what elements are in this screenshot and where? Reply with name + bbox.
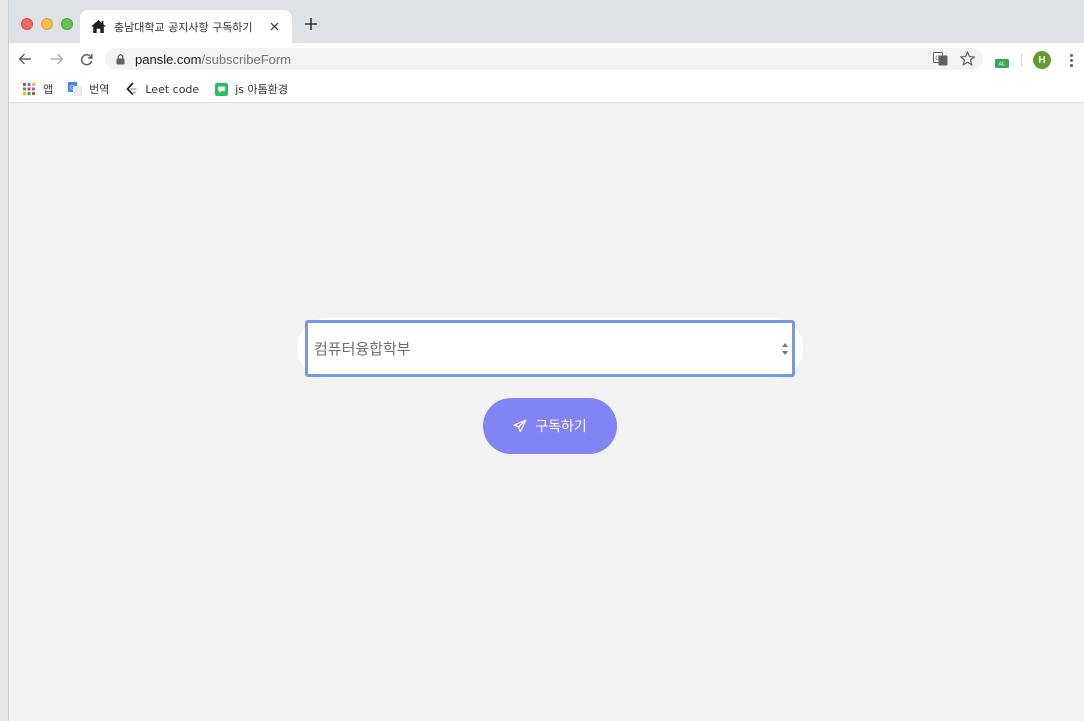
bookmark-star-icon[interactable]: [959, 50, 976, 71]
bookmark-label: js 아톰환경: [235, 83, 288, 96]
active-tab[interactable]: 충남대학교 공지사항 구독하기: [80, 10, 292, 43]
leetcode-icon: [124, 82, 138, 96]
svg-text:G: G: [70, 85, 75, 92]
browser-window: 충남대학교 공지사항 구독하기 pansle.com/subscribeForm: [8, 0, 1084, 721]
toolbar-separator: [1021, 53, 1022, 67]
url-host: pansle.com: [135, 51, 202, 67]
minimize-window-button[interactable]: [41, 18, 53, 30]
close-tab-icon[interactable]: [266, 18, 282, 34]
forward-arrow-icon: [51, 53, 64, 65]
lock-icon: [115, 53, 125, 65]
forward-button[interactable]: [47, 49, 67, 69]
extension-badge[interactable]: AC: [995, 55, 1009, 73]
maximize-window-button[interactable]: [61, 18, 73, 30]
profile-avatar[interactable]: H: [1033, 51, 1051, 69]
home-icon: [90, 19, 106, 35]
browser-menu-icon[interactable]: [1065, 51, 1077, 69]
department-select[interactable]: 컴퓨터융합학부: [305, 320, 795, 377]
tab-strip: 충남대학교 공지사항 구독하기: [9, 0, 1084, 43]
bookmarks-bar: 앱 G 번역 Leet code js 아톰환경: [9, 76, 1084, 103]
close-window-button[interactable]: [21, 18, 33, 30]
svg-text:G: G: [935, 55, 940, 62]
address-bar-actions: G: [933, 50, 976, 71]
apps-grid-icon: [22, 82, 36, 96]
select-arrows-icon: [781, 342, 789, 356]
subscribe-button[interactable]: 구독하기: [483, 398, 617, 454]
back-arrow-icon: [18, 53, 31, 65]
bookmark-label: Leet code: [145, 82, 200, 96]
bookmark-translate[interactable]: G 번역: [68, 81, 109, 97]
bookmark-label: 번역: [89, 83, 110, 96]
reload-button[interactable]: [76, 49, 96, 69]
url-text: pansle.com/subscribeForm: [135, 52, 291, 67]
extension-badge-text: AC: [999, 62, 1006, 68]
select-value: 컴퓨터융합학부: [314, 340, 411, 358]
url-path: /subscribeForm: [201, 51, 292, 67]
chat-bubble-icon: [214, 82, 228, 96]
paper-plane-icon: [513, 419, 527, 433]
bookmark-js-atom[interactable]: js 아톰환경: [214, 81, 288, 97]
desktop-edge: [0, 0, 8, 721]
page-content: 컴퓨터융합학부 구독하기: [9, 104, 1084, 721]
bookmark-apps[interactable]: 앱: [22, 81, 53, 97]
subscribe-button-label: 구독하기: [535, 419, 587, 435]
bookmark-leetcode[interactable]: Leet code: [124, 82, 199, 96]
translate-icon: G: [68, 82, 83, 96]
back-button[interactable]: [15, 49, 35, 69]
reload-icon: [80, 53, 93, 65]
browser-toolbar: pansle.com/subscribeForm G AC H: [9, 43, 1084, 76]
bookmark-label: 앱: [43, 83, 54, 96]
new-tab-button[interactable]: [302, 15, 320, 33]
tab-title: 충남대학교 공지사항 구독하기: [114, 20, 253, 34]
address-bar[interactable]: pansle.com/subscribeForm G: [105, 48, 983, 70]
translate-page-icon[interactable]: G: [933, 51, 948, 71]
